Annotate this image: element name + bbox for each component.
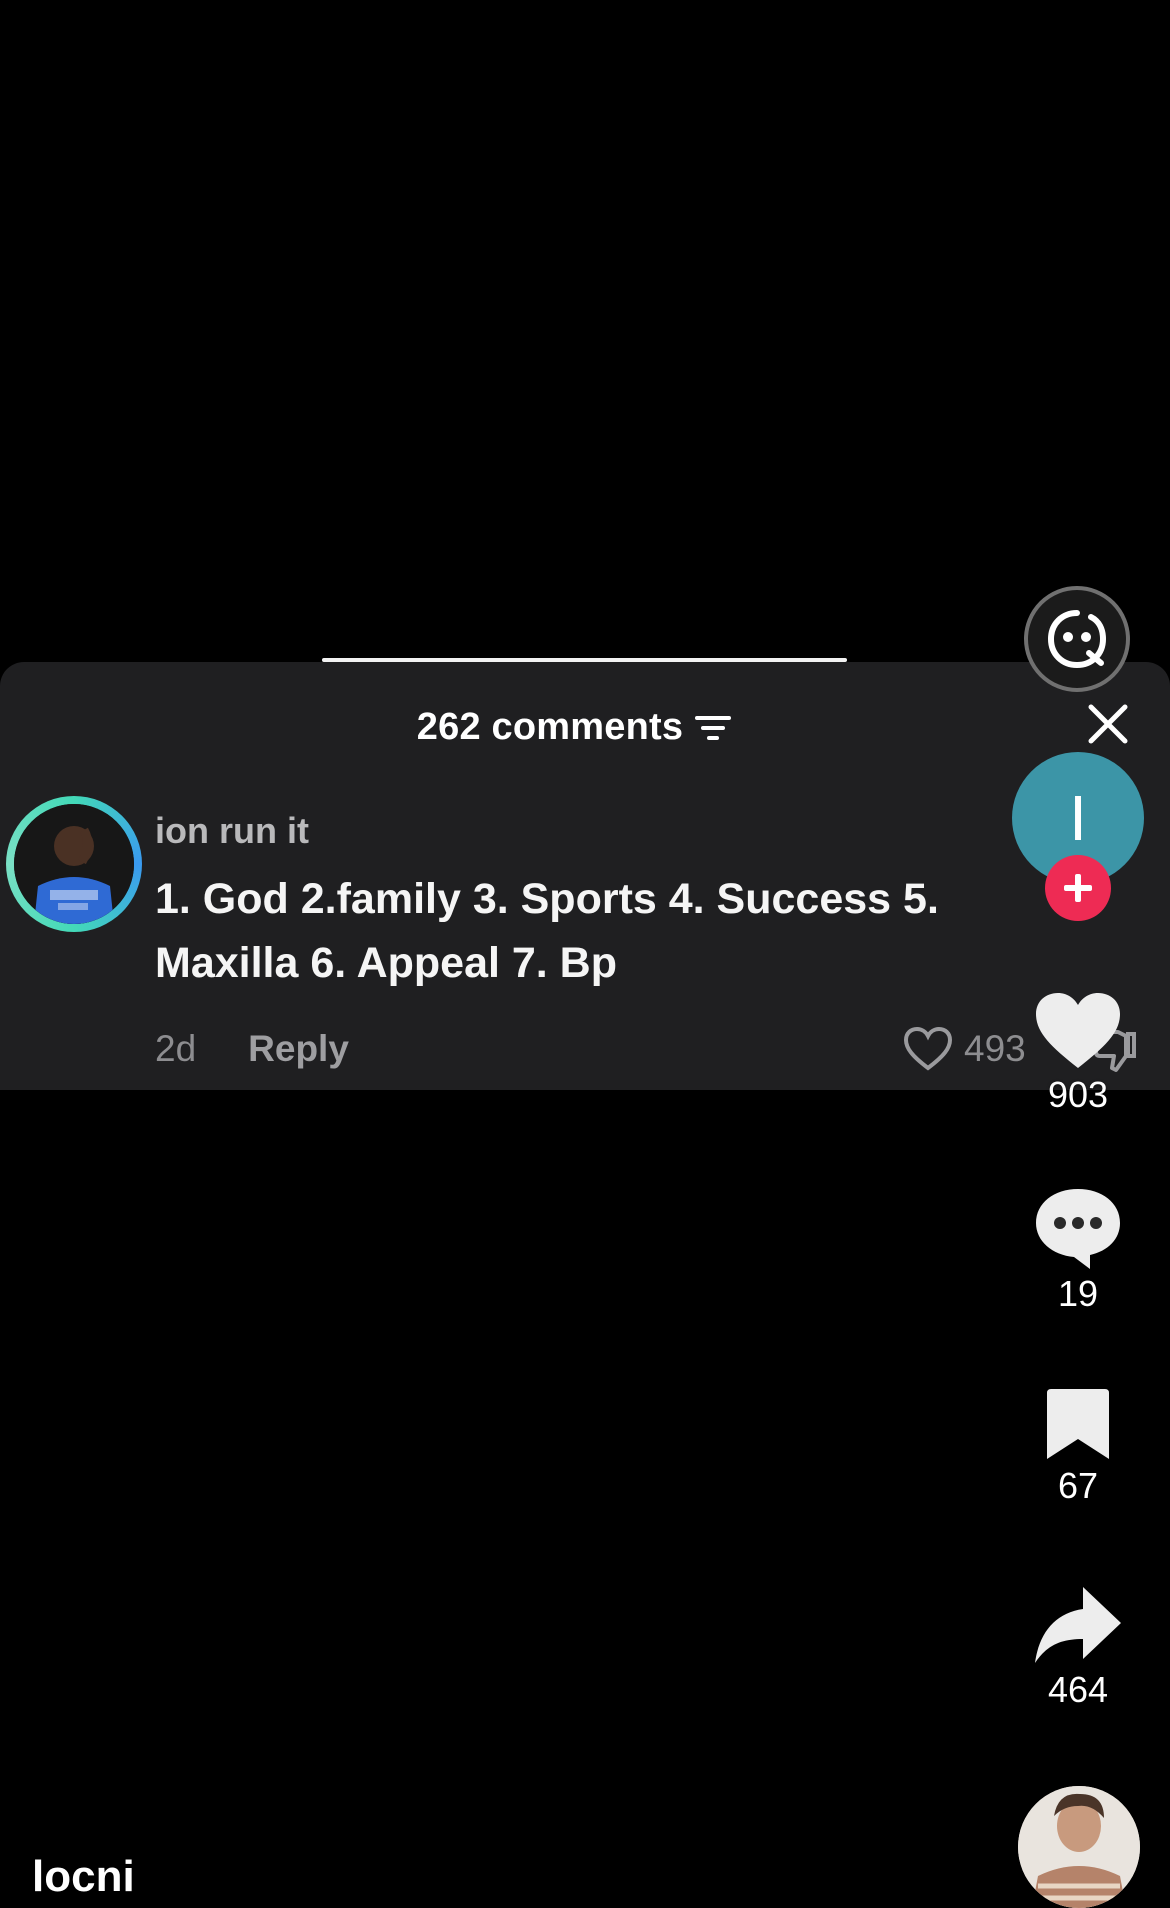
heart-icon (1036, 993, 1120, 1068)
share-count: 464 (1047, 1669, 1109, 1710)
follow-button[interactable] (1045, 855, 1111, 921)
music-disc-avatar[interactable] (1018, 1786, 1140, 1908)
comments-count-label: 262 comments (416, 706, 684, 748)
comment-age: 2d (155, 1028, 197, 1069)
comment-count: 19 (1057, 1273, 1099, 1314)
heart-outline-icon (903, 1026, 953, 1071)
like-button[interactable]: 903 (1018, 990, 1138, 1116)
plus-icon (1064, 874, 1092, 902)
comment-bubble-icon (1036, 1189, 1120, 1269)
chat-face-icon (1047, 610, 1107, 669)
comments-header: 262 comments (0, 706, 1170, 749)
share-button[interactable]: 464 (1018, 1583, 1138, 1711)
comment-meta: 2d Reply (155, 1028, 349, 1070)
save-button[interactable]: 67 (1018, 1385, 1138, 1507)
save-count: 67 (1057, 1465, 1099, 1506)
filter-icon[interactable] (693, 712, 733, 744)
comment-text: 1. God 2.family 3. Sports 4. Success 5. … (155, 875, 939, 987)
share-arrow-icon (1035, 1587, 1121, 1663)
comment-panel: 262 comments ion run it 1. God 2.family … (0, 662, 1170, 1090)
comment-username[interactable]: ion run it (155, 810, 309, 852)
close-icon[interactable] (1086, 702, 1130, 746)
qa-button[interactable] (1024, 586, 1130, 692)
bookmark-icon (1047, 1389, 1109, 1459)
commenter-photo (14, 804, 134, 924)
comment-like-button[interactable]: 493 (902, 1026, 1026, 1072)
reply-button[interactable]: Reply (248, 1028, 349, 1070)
author-username[interactable]: locni (32, 1852, 135, 1902)
comment-button[interactable]: 19 (1018, 1185, 1138, 1315)
like-count: 903 (1047, 1074, 1109, 1115)
comment-like-count: 493 (964, 1028, 1026, 1069)
commenter-avatar[interactable] (6, 796, 142, 932)
creator-avatar-initial: I (1069, 782, 1087, 854)
